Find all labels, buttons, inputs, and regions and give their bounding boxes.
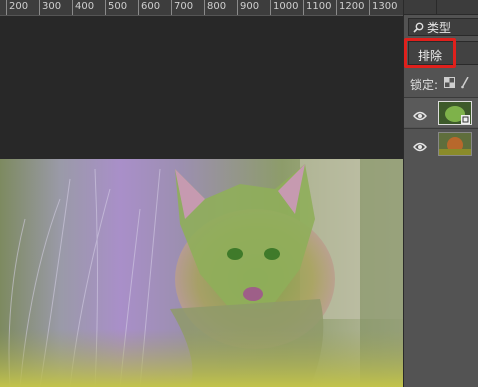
ruler-label: 1000: [270, 0, 298, 15]
lock-label: 锁定:: [410, 77, 439, 92]
ruler-label: 1300: [369, 0, 397, 15]
ruler-label: 1200: [336, 0, 364, 15]
ruler-label: 900: [237, 0, 259, 15]
panel-tab[interactable]: [406, 0, 437, 14]
panel-tab[interactable]: [442, 0, 472, 14]
search-icon: [413, 18, 424, 37]
annotation-highlight-box: [404, 38, 456, 68]
document-canvas[interactable]: [0, 16, 403, 387]
layer-thumbnail: [438, 132, 472, 156]
panel-tab-bar: [404, 0, 478, 15]
layer-row-background[interactable]: [404, 128, 478, 158]
ruler-label: 1100: [303, 0, 331, 15]
lock-controls: 锁定:: [410, 75, 469, 93]
layer-filter-kind[interactable]: 类型: [408, 18, 478, 36]
ruler-label: 400: [72, 0, 94, 15]
ruler-label: 800: [204, 0, 226, 15]
eye-icon[interactable]: [413, 106, 427, 125]
lock-transparent-pixels-icon[interactable]: [444, 77, 456, 91]
layer-thumbnail: [438, 101, 472, 125]
ruler-label: 600: [138, 0, 160, 15]
horizontal-ruler[interactable]: 200 300 400 500 600 700 800 900 1000 110…: [0, 0, 403, 16]
eye-icon[interactable]: [413, 137, 427, 156]
ruler-label: 300: [39, 0, 61, 15]
ruler-label: 500: [105, 0, 127, 15]
fox-photo-exclusion-blend[interactable]: [0, 159, 403, 387]
layer-row-smart-object[interactable]: [404, 97, 478, 127]
fox-image: [0, 159, 403, 387]
filter-kind-label: 类型: [427, 20, 452, 35]
ruler-label: 700: [171, 0, 193, 15]
brush-icon[interactable]: [461, 76, 469, 92]
ruler-label: 200: [6, 0, 28, 15]
